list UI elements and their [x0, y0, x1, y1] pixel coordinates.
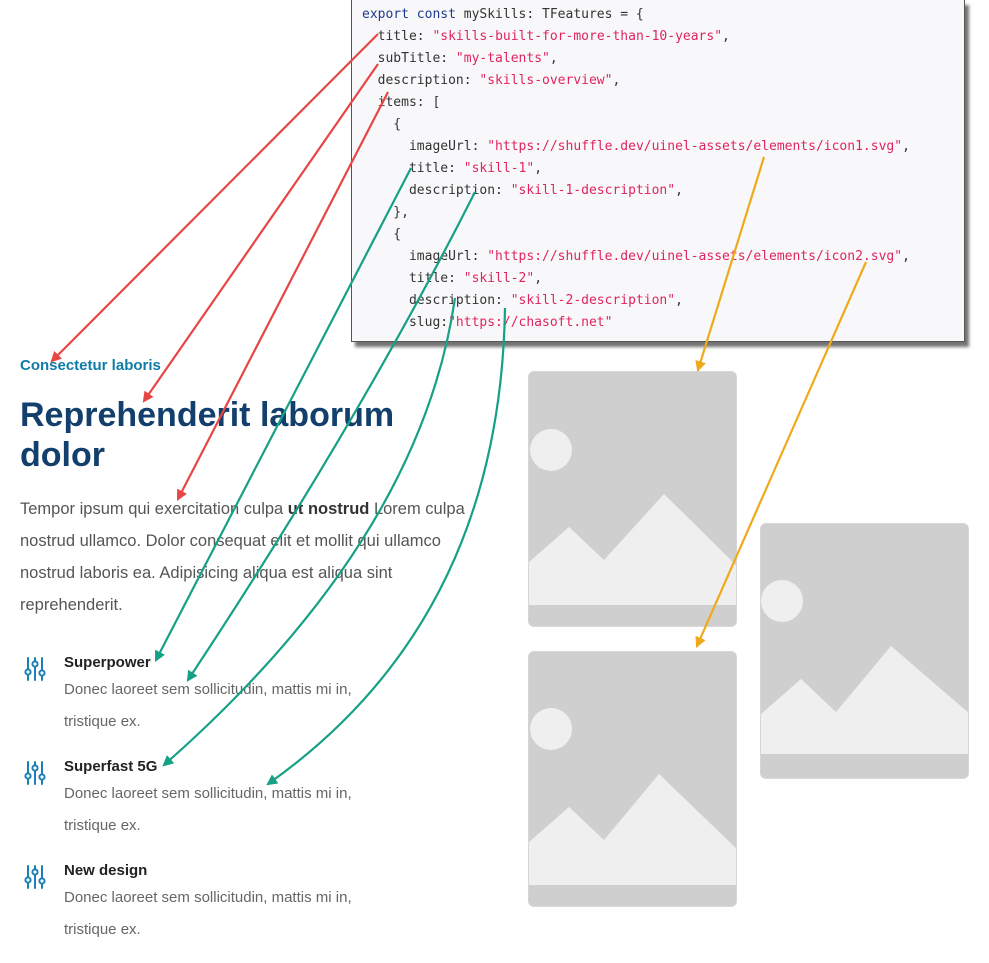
- feature-description: Donec laoreet sem sollicitudin, mattis m…: [64, 889, 352, 938]
- code-token: "skills-overview": [479, 73, 613, 88]
- code-token: export const: [362, 7, 464, 22]
- feature-title: Superfast 5G: [64, 758, 158, 775]
- image-placeholder-icon: [529, 652, 736, 906]
- feature-item: Superpower Donec laoreet sem sollicitudi…: [20, 654, 400, 744]
- code-token: "https://shuffle.dev/uinel-assets/elemen…: [487, 139, 903, 154]
- code-line: subTitle: "my-talents",: [362, 48, 964, 70]
- code-line: title: "skill-2",: [362, 268, 964, 290]
- code-token: title:: [362, 161, 464, 176]
- code-line: description: "skill-1-description",: [362, 180, 964, 202]
- code-line: export const mySkills: TFeatures = {: [362, 4, 964, 26]
- code-token: imageUrl:: [362, 249, 488, 264]
- code-line: slug:"https://chasoft.net": [362, 312, 964, 334]
- code-line: },: [362, 202, 964, 224]
- code-token: "skill-2-description": [510, 293, 676, 308]
- code-line: items: [: [362, 92, 964, 114]
- code-token: ,: [534, 161, 543, 176]
- code-line: imageUrl: "https://shuffle.dev/uinel-ass…: [362, 136, 964, 158]
- image-placeholder: [760, 523, 969, 779]
- code-line: description: "skill-2-description",: [362, 290, 964, 312]
- code-token: "https://chasoft.net": [448, 315, 613, 330]
- section-title: Reprehenderit laborum dolor: [20, 396, 395, 474]
- code-token: imageUrl:: [362, 139, 488, 154]
- code-token: "skill-1": [463, 161, 535, 176]
- section-description: Tempor ipsum qui exercitation culpa ut n…: [20, 493, 480, 621]
- arrow-title-to-subtitle: [50, 33, 379, 363]
- image-placeholder: [528, 651, 737, 907]
- code-line: title: "skills-built-for-more-than-10-ye…: [362, 26, 964, 48]
- code-token: items: [: [362, 95, 441, 110]
- code-snippet: export const mySkills: TFeatures = { tit…: [352, 0, 964, 334]
- sliders-icon: [24, 761, 46, 785]
- code-token: description:: [362, 73, 480, 88]
- code-token: mySkills: TFeatures = {: [463, 7, 644, 22]
- code-token: slug:: [362, 315, 449, 330]
- code-token: "skills-built-for-more-than-10-years": [432, 29, 723, 44]
- image-placeholder-icon: [529, 372, 736, 626]
- code-token: "https://shuffle.dev/uinel-assets/elemen…: [487, 249, 903, 264]
- code-token: },: [362, 205, 409, 220]
- code-token: {: [362, 227, 402, 242]
- feature-item: New design Donec laoreet sem sollicitudi…: [20, 862, 400, 952]
- code-snippet-panel: export const mySkills: TFeatures = { tit…: [351, 0, 965, 342]
- code-token: ,: [675, 183, 683, 198]
- code-token: "skill-2": [463, 271, 535, 286]
- arrow-subtitle-to-title: [142, 63, 379, 403]
- feature-title: Superpower: [64, 654, 151, 671]
- image-placeholder: [528, 371, 737, 627]
- code-token: ,: [675, 293, 683, 308]
- code-token: title:: [362, 271, 464, 286]
- code-line: imageUrl: "https://shuffle.dev/uinel-ass…: [362, 246, 964, 268]
- code-token: ,: [902, 249, 910, 264]
- code-line: title: "skill-1",: [362, 158, 964, 180]
- image-placeholder-icon: [761, 524, 968, 778]
- code-token: subTitle:: [362, 51, 456, 66]
- code-token: description:: [362, 183, 511, 198]
- section-subtitle: Consectetur laboris: [20, 357, 161, 374]
- code-token: ,: [722, 29, 730, 44]
- description-text-start: Tempor ipsum qui exercitation culpa: [20, 500, 288, 518]
- code-token: ,: [902, 139, 910, 154]
- code-token: ,: [612, 73, 621, 88]
- feature-item: Superfast 5G Donec laoreet sem sollicitu…: [20, 758, 400, 848]
- description-bold-text: ut nostrud: [287, 500, 370, 518]
- code-line: {: [362, 114, 964, 136]
- sliders-icon: [24, 657, 46, 681]
- feature-description: Donec laoreet sem sollicitudin, mattis m…: [64, 785, 352, 834]
- code-token: "my-talents": [455, 51, 550, 66]
- sliders-icon: [24, 865, 46, 889]
- code-token: "skill-1-description": [510, 183, 676, 198]
- code-token: description:: [362, 293, 511, 308]
- code-line: {: [362, 224, 964, 246]
- code-token: ,: [534, 271, 543, 286]
- feature-title: New design: [64, 862, 148, 879]
- code-line: description: "skills-overview",: [362, 70, 964, 92]
- code-token: ,: [549, 51, 558, 66]
- code-token: title:: [362, 29, 433, 44]
- feature-description: Donec laoreet sem sollicitudin, mattis m…: [64, 681, 352, 730]
- code-token: {: [362, 117, 402, 132]
